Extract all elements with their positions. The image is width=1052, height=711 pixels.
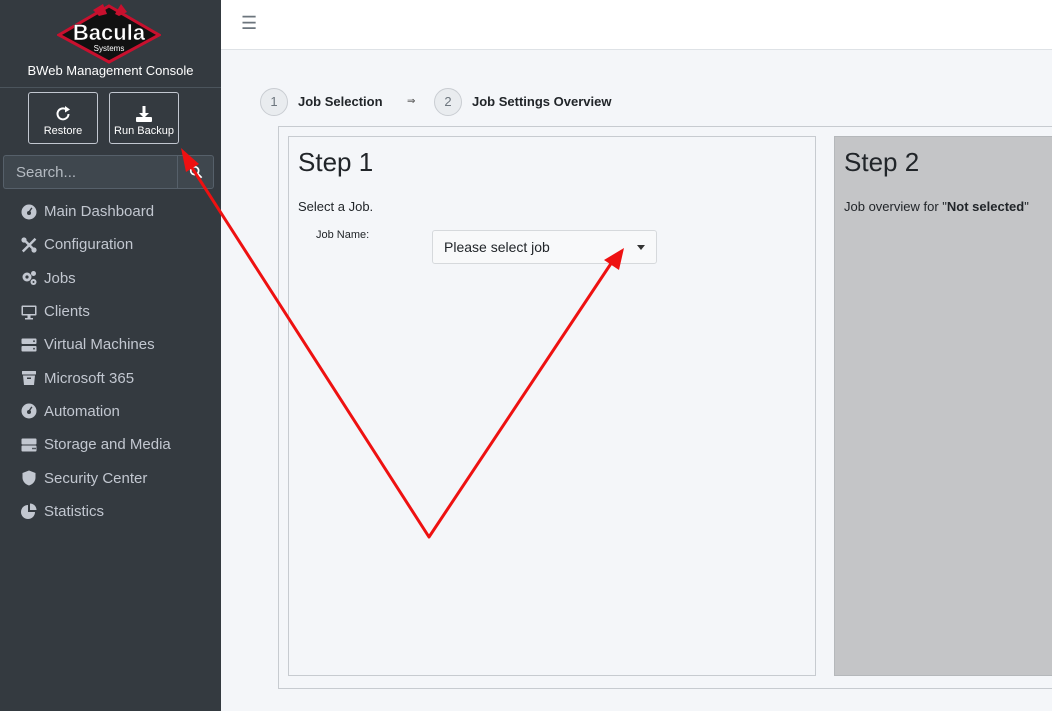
dashboard-icon [20,402,38,420]
overview-prefix: Job overview for " [844,199,947,214]
cogs-icon [20,269,38,287]
step-2-label[interactable]: Job Settings Overview [472,94,611,109]
job-name-label: Job Name: [316,229,370,241]
redo-icon [56,106,70,121]
sidebar-item-label: Configuration [44,236,134,254]
step-1-label[interactable]: Job Selection [298,94,383,109]
sidebar-item-label: Main Dashboard [44,203,155,221]
dashboard-icon [20,203,38,221]
sidebar-item-label: Statistics [44,502,105,520]
sidebar: Bacula Systems BWeb Management Console R… [0,0,221,711]
restore-label: Restore [43,125,83,137]
top-navbar: ☰ [221,0,1052,50]
step-1-panel: Step 1 Select a Job. Job Name: Please se… [288,136,816,676]
sidebar-item-clients[interactable]: Clients [0,295,221,328]
run-backup-button[interactable]: Run Backup [109,92,179,144]
sidebar-item-main-dashboard[interactable]: Main Dashboard [0,195,221,228]
shield-icon [20,469,38,487]
brand: Bacula Systems BWeb Management Console [0,0,221,88]
svg-text:Systems: Systems [94,44,125,53]
sidebar-item-label: Automation [44,402,120,420]
overview-value: Not selected [946,199,1025,214]
search-icon [189,165,203,179]
desktop-icon [20,303,38,321]
sidebar-item-jobs[interactable]: Jobs [0,262,221,295]
tools-icon [20,236,38,254]
sidebar-item-statistics[interactable]: Statistics [0,495,221,528]
hdd-icon [20,436,38,454]
step-1-title: Step 1 [298,147,374,177]
sidebar-item-configuration[interactable]: Configuration [0,228,221,261]
server-icon [20,336,38,354]
step-arrow-icon: ⇒ [407,96,416,107]
sidebar-item-microsoft-365[interactable]: Microsoft 365 [0,361,221,394]
sidebar-item-label: Clients [44,303,90,321]
step-2-panel: Step 2 Job overview for "Not selected" [834,136,1052,676]
pie-chart-icon [20,502,38,520]
sidebar-item-label: Security Center [44,469,148,487]
svg-text:Bacula: Bacula [73,20,146,45]
step-2-number[interactable]: 2 [434,88,462,116]
chevron-down-icon [637,245,645,250]
search-button[interactable] [177,155,214,189]
app-title: BWeb Management Console [27,63,194,78]
job-select[interactable]: Please select job [432,230,657,264]
menu-toggle-icon[interactable]: ☰ [241,13,257,34]
sidebar-item-label: Virtual Machines [44,336,155,354]
job-select-value: Please select job [444,239,550,255]
job-overview-text: Job overview for "Not selected" [844,199,1029,214]
sidebar-item-automation[interactable]: Automation [0,395,221,428]
sidebar-item-storage-and-media[interactable]: Storage and Media [0,428,221,461]
bacula-logo[interactable]: Bacula Systems [57,4,161,64]
run-backup-label: Run Backup [114,125,174,137]
trash-box-icon [20,369,38,387]
sidebar-nav: Main Dashboard Configuration Jobs Client… [0,195,221,528]
search-group [3,155,214,189]
sidebar-item-label: Storage and Media [44,436,171,454]
sidebar-item-label: Jobs [44,269,76,287]
sidebar-item-virtual-machines[interactable]: Virtual Machines [0,328,221,361]
download-icon [136,106,152,122]
search-input[interactable] [3,155,177,189]
step-2-title: Step 2 [844,147,920,177]
sidebar-item-security-center[interactable]: Security Center [0,461,221,494]
restore-button[interactable]: Restore [28,92,98,144]
sidebar-item-label: Microsoft 365 [44,369,135,387]
step-1-instruction: Select a Job. [298,199,374,214]
overview-suffix: " [1024,199,1029,214]
step-1-number[interactable]: 1 [260,88,288,116]
